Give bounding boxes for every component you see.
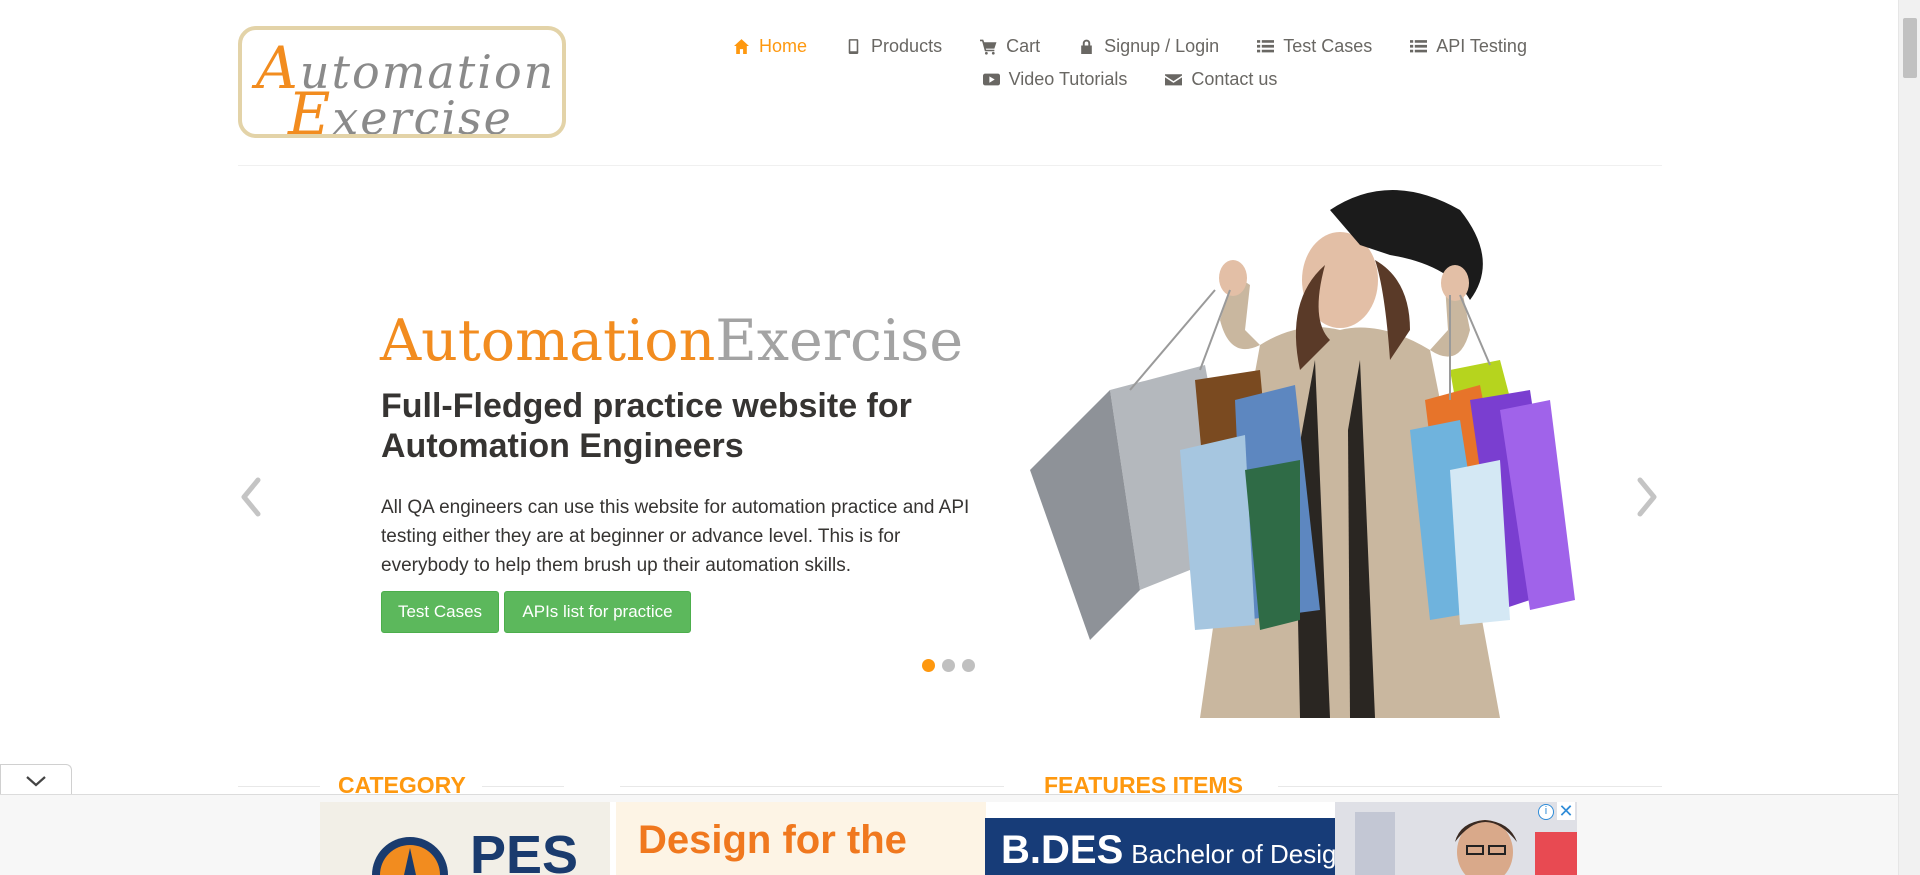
nav-contact-us[interactable]: Contact us xyxy=(1165,69,1277,90)
cart-icon xyxy=(980,39,997,55)
main-nav: Home Products Cart Signup / Login Test C… xyxy=(700,36,1560,102)
ad-bdes-subtitle: Bachelor of Design xyxy=(1131,839,1351,869)
ad-logo: PES xyxy=(320,802,610,875)
hero-description: All QA engineers can use this website fo… xyxy=(381,497,970,576)
scrollbar-thumb[interactable] xyxy=(1903,18,1917,78)
nav-products-label: Products xyxy=(871,36,943,56)
carousel-dot-3[interactable] xyxy=(962,659,975,672)
hero-shopping-woman-image xyxy=(1030,190,1575,718)
ad-collapse-toggle[interactable] xyxy=(0,764,72,796)
ad-design-text: Design for the xyxy=(638,818,907,862)
ad-banner[interactable]: PES Design for the B.DES Bachelor of Desi… xyxy=(320,802,1577,875)
carousel-dot-1[interactable] xyxy=(922,659,935,672)
carousel-next-arrow[interactable] xyxy=(1630,470,1664,524)
page-scrollbar[interactable] xyxy=(1898,0,1920,875)
hero-brand: AutomationExercise xyxy=(380,308,964,374)
site-logo[interactable]: Automation Exercise xyxy=(238,26,566,138)
ad-design-panel: Design for the xyxy=(616,802,986,875)
category-rule-left xyxy=(238,786,320,787)
envelope-icon xyxy=(1165,74,1183,86)
hero-title: Full-Fledged practice website for Automa… xyxy=(381,387,912,465)
chevron-right-icon xyxy=(1637,477,1657,517)
apis-list-button[interactable]: APIs list for practice xyxy=(504,591,691,633)
lock-icon xyxy=(1081,39,1092,54)
nav-home[interactable]: Home xyxy=(733,36,807,57)
list-icon xyxy=(1257,40,1275,53)
ad-close-icon[interactable]: ✕ xyxy=(1557,802,1575,820)
category-rule-right xyxy=(482,786,564,787)
ad-info-icon[interactable]: i xyxy=(1538,804,1554,820)
nav-cart[interactable]: Cart xyxy=(980,36,1040,57)
chevron-left-icon xyxy=(241,477,261,517)
test-cases-button[interactable]: Test Cases xyxy=(381,591,499,633)
header-divider xyxy=(238,165,1662,166)
carousel-indicators xyxy=(922,659,975,672)
mobile-icon xyxy=(848,39,859,54)
carousel-prev-arrow[interactable] xyxy=(234,470,268,524)
nav-test-cases[interactable]: Test Cases xyxy=(1257,36,1372,57)
nav-video-tutorials[interactable]: Video Tutorials xyxy=(982,69,1128,90)
carousel-dot-2[interactable] xyxy=(942,659,955,672)
nav-signup-login-label: Signup / Login xyxy=(1104,36,1220,56)
ad-logo-text: PES xyxy=(470,825,579,875)
nav-video-tutorials-label: Video Tutorials xyxy=(1008,69,1128,89)
nav-cart-label: Cart xyxy=(1006,36,1041,56)
nav-signup-login[interactable]: Signup / Login xyxy=(1078,36,1219,57)
youtube-icon xyxy=(982,73,1000,86)
page: Automation Exercise Home Products Cart S… xyxy=(0,0,1920,875)
logo-line-2: Exercise xyxy=(288,80,513,138)
nav-test-cases-label: Test Cases xyxy=(1283,36,1373,56)
nav-contact-us-label: Contact us xyxy=(1191,69,1278,89)
home-icon xyxy=(734,39,749,54)
ad-bdes-title: B.DES xyxy=(1001,828,1124,872)
nav-home-label: Home xyxy=(759,36,808,56)
ad-bdes-panel: B.DES Bachelor of Design xyxy=(985,818,1395,875)
nav-api-testing-label: API Testing xyxy=(1436,36,1527,56)
features-rule-left xyxy=(620,786,1004,787)
features-rule-right xyxy=(1278,786,1662,787)
chevron-down-icon xyxy=(26,776,46,787)
nav-api-testing[interactable]: API Testing xyxy=(1410,36,1527,57)
compass-logo-icon xyxy=(372,837,448,875)
list-icon xyxy=(1410,40,1428,53)
nav-products[interactable]: Products xyxy=(845,36,942,57)
